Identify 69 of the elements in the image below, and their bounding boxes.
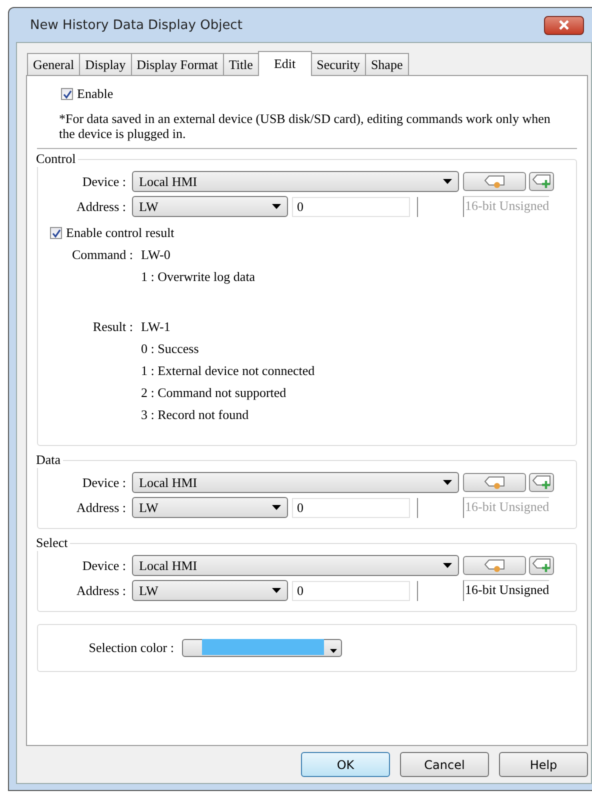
checkbox-label: Enable bbox=[77, 86, 114, 102]
command-label: Command : bbox=[70, 247, 134, 263]
device-dropdown[interactable]: Local HMI bbox=[132, 472, 459, 493]
tab[interactable]: Edit bbox=[258, 51, 312, 76]
add-tag-button[interactable] bbox=[529, 172, 554, 191]
group-title: Control bbox=[35, 151, 77, 167]
add-tag-button[interactable] bbox=[529, 556, 554, 575]
dropdown-arrow-icon bbox=[272, 505, 281, 510]
tag-icon bbox=[484, 476, 506, 490]
dropdown-arrow-icon bbox=[443, 563, 452, 568]
dialog-button[interactable]: OK bbox=[301, 752, 390, 777]
command-address: LW-0 bbox=[141, 247, 170, 263]
result-value: 1 : External device not connected bbox=[141, 363, 316, 379]
device-dropdown[interactable]: Local HMI bbox=[132, 171, 459, 192]
data-type-label: 16-bit Unsigned bbox=[463, 497, 550, 518]
address-field[interactable]: 0 bbox=[292, 580, 410, 600]
address-type-dropdown[interactable]: LW bbox=[132, 196, 288, 217]
checkbox[interactable] bbox=[61, 88, 73, 100]
dropdown-arrow-icon bbox=[272, 588, 281, 593]
tag-plus-icon bbox=[532, 174, 552, 189]
result-address: LW-1 bbox=[141, 319, 170, 335]
tag-button[interactable] bbox=[463, 473, 526, 492]
tag-button[interactable] bbox=[463, 556, 526, 575]
tag-plus-icon bbox=[532, 475, 552, 490]
result-label: Result : bbox=[92, 319, 134, 335]
address-type-dropdown[interactable]: LW bbox=[132, 497, 288, 518]
address-field[interactable]: 0 bbox=[292, 196, 410, 216]
dropdown-arrow-icon bbox=[272, 204, 281, 209]
field-label: Selection color : bbox=[88, 640, 175, 656]
tab[interactable]: Display bbox=[79, 53, 132, 75]
field-label: Address : bbox=[76, 500, 127, 516]
tag-icon bbox=[484, 174, 506, 188]
tab[interactable]: Title bbox=[222, 53, 259, 75]
close-icon bbox=[558, 20, 570, 30]
tab[interactable]: Shape bbox=[364, 53, 409, 75]
checkbox[interactable] bbox=[50, 227, 62, 239]
dialog-button[interactable]: Help bbox=[499, 752, 588, 777]
data-type-label: 16-bit Unsigned bbox=[463, 196, 550, 217]
close-button[interactable] bbox=[544, 16, 584, 34]
tag-plus-icon bbox=[532, 558, 552, 573]
dropdown-arrow-icon bbox=[330, 649, 337, 653]
data-type-label: 16-bit Unsigned bbox=[463, 580, 550, 601]
tab[interactable]: Display Format bbox=[130, 53, 224, 75]
field-label: Address : bbox=[76, 582, 127, 598]
tag-button[interactable] bbox=[463, 172, 526, 191]
result-value: 3 : Record not found bbox=[141, 407, 250, 423]
result-value: 0 : Success bbox=[141, 341, 200, 357]
group-title: Select bbox=[35, 535, 69, 551]
window-title: New History Data Display Object bbox=[29, 18, 242, 32]
field-label: Device : bbox=[81, 474, 127, 490]
address-field[interactable]: 0 bbox=[292, 498, 410, 518]
result-value: 2 : Command not supported bbox=[141, 385, 288, 401]
dialog-button[interactable]: Cancel bbox=[400, 752, 489, 777]
checkbox-label: Enable control result bbox=[66, 225, 174, 241]
group-title: Data bbox=[35, 452, 62, 468]
dropdown-arrow-icon bbox=[443, 480, 452, 485]
dropdown-arrow-icon bbox=[443, 179, 452, 184]
note-text: *For data saved in an external device (USB disk/SD card), editing commands work only when the device is plugged in. bbox=[59, 111, 552, 141]
field-label: Device : bbox=[81, 558, 127, 574]
field-label: Device : bbox=[81, 174, 127, 190]
tab[interactable]: General bbox=[27, 53, 80, 75]
tab[interactable]: Security bbox=[310, 53, 366, 75]
color-dropdown[interactable] bbox=[182, 639, 342, 657]
tag-icon bbox=[484, 558, 506, 572]
address-type-dropdown[interactable]: LW bbox=[132, 580, 288, 601]
device-dropdown[interactable]: Local HMI bbox=[132, 555, 459, 576]
add-tag-button[interactable] bbox=[529, 473, 554, 492]
field-label: Address : bbox=[76, 198, 127, 214]
command-value: 1 : Overwrite log data bbox=[141, 269, 256, 285]
